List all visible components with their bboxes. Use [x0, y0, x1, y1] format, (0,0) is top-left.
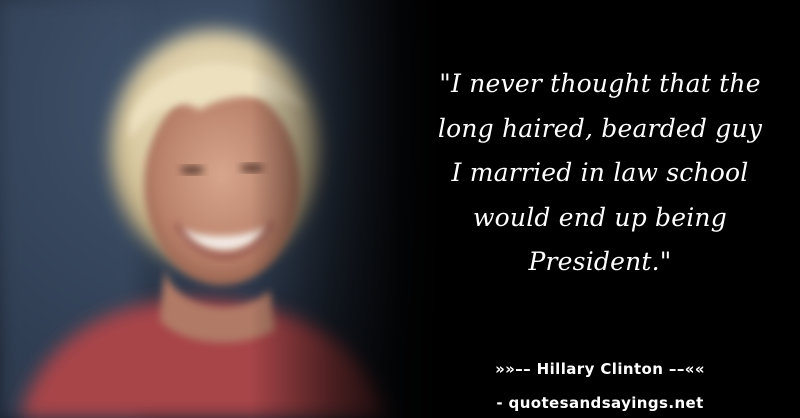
quote-text: "I never thought that the long haired, b… — [437, 69, 763, 276]
quote-card: "I never thought that the long haired, b… — [0, 0, 800, 418]
author-attribution: »»–– Hillary Clinton ––«« — [495, 360, 705, 378]
source-watermark: - quotesandsayings.net — [496, 394, 704, 412]
